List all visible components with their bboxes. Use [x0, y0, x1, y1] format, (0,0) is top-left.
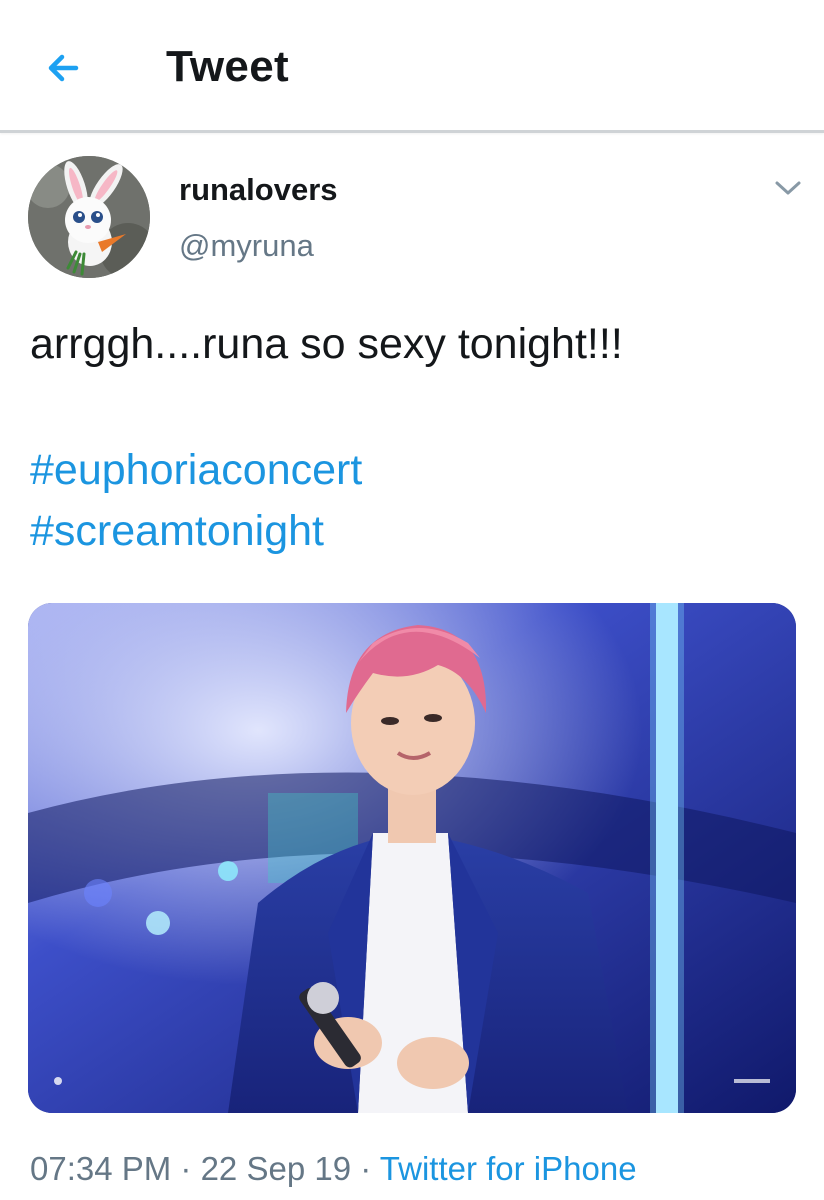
- tweet-menu-button[interactable]: [768, 172, 808, 204]
- author-handle[interactable]: @myruna: [179, 228, 314, 264]
- meta-separator: ·: [351, 1150, 380, 1187]
- tweet-photo[interactable]: [28, 603, 796, 1113]
- concert-photo-icon: [28, 603, 796, 1113]
- hashtag-link[interactable]: #screamtonight: [30, 505, 324, 557]
- back-button[interactable]: [36, 40, 92, 96]
- tweet-time: 07:34 PM: [30, 1150, 172, 1187]
- hashtag-link[interactable]: #euphoriaconcert: [30, 444, 362, 496]
- author-display-name[interactable]: runalovers: [179, 172, 338, 208]
- bunny-avatar-icon: [28, 156, 150, 278]
- tweet-date: 22 Sep 19: [200, 1150, 352, 1187]
- arrow-left-icon: [48, 54, 79, 82]
- tweet-text: arrggh....runa so sexy tonight!!!: [30, 320, 623, 368]
- tweet-source-link[interactable]: Twitter for iPhone: [380, 1150, 637, 1187]
- chevron-down-icon: [775, 181, 801, 195]
- avatar[interactable]: [28, 156, 150, 278]
- top-app-bar: Tweet: [0, 0, 824, 133]
- page-title: Tweet: [166, 42, 289, 91]
- tweet-meta: 07:34 PM · 22 Sep 19 · Twitter for iPhon…: [30, 1150, 637, 1188]
- meta-separator: ·: [171, 1150, 201, 1187]
